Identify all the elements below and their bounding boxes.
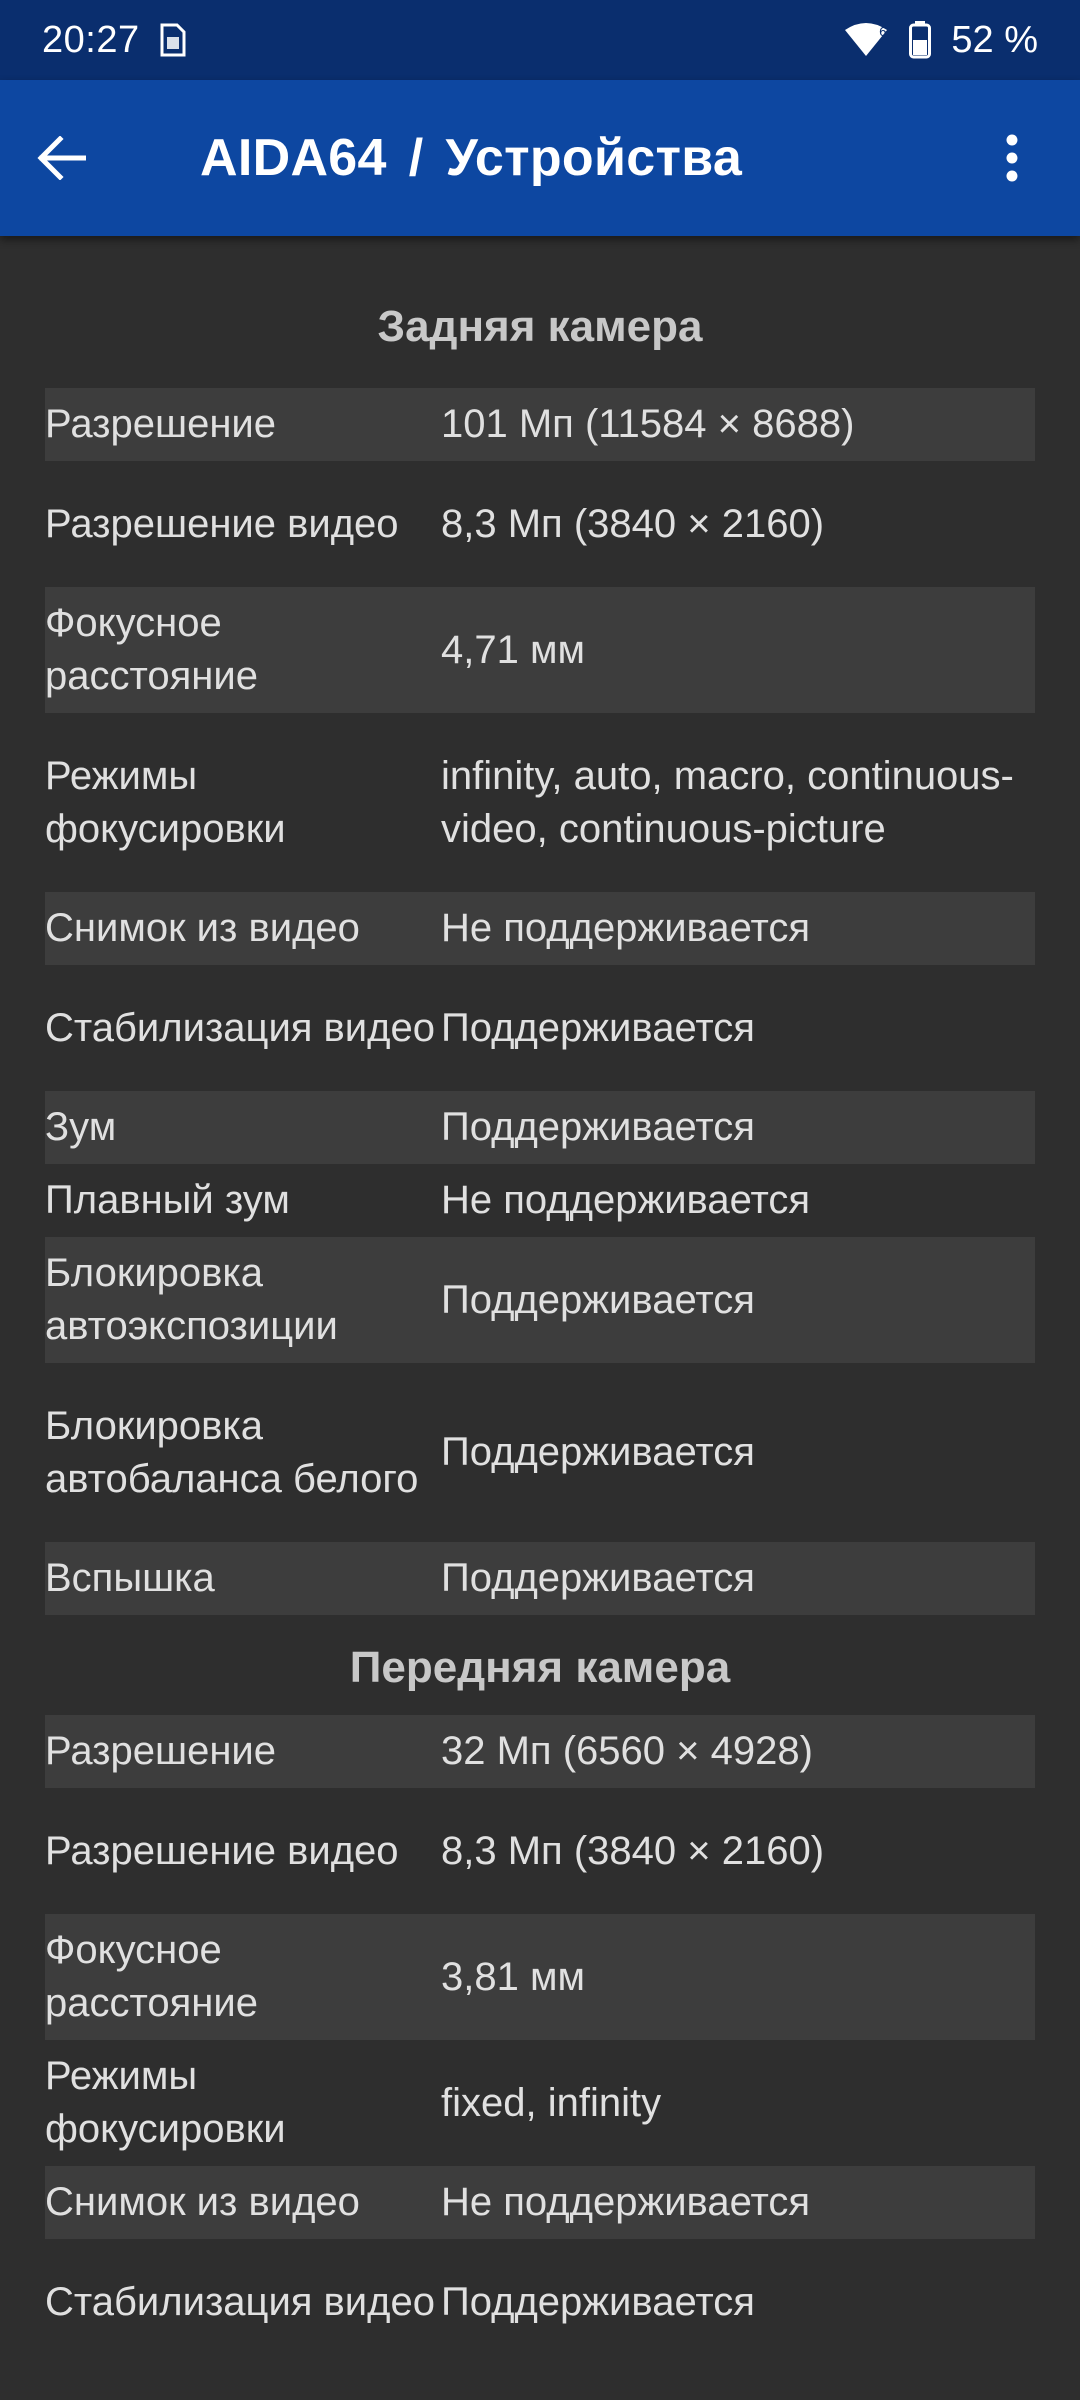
status-right: 6 52 % [843, 19, 1038, 62]
table-row: Фокусное расстояние 3,81 мм [45, 1914, 1035, 2040]
row-value: 8,3 Мп (3840 × 2160) [441, 501, 825, 546]
row-value: Поддерживается [441, 1277, 755, 1322]
table-row: Разрешение 101 Мп (11584 × 8688) [45, 388, 1035, 461]
row-value: 101 Мп (11584 × 8688) [441, 402, 855, 446]
more-vert-icon [1006, 134, 1018, 182]
row-label: Режимы фокусировки [45, 2054, 286, 2151]
section-title-rear-camera: Задняя камера [377, 302, 703, 351]
row-label: Разрешение [45, 402, 276, 446]
row-value: fixed, infinity [441, 2080, 662, 2125]
row-value: Не поддерживается [441, 2180, 811, 2224]
row-label: Режимы фокусировки [45, 753, 286, 851]
arrow-back-icon [37, 136, 86, 180]
row-value: infinity, auto, macro, continuous-video,… [441, 753, 1014, 851]
row-value: Поддерживается [441, 1105, 755, 1149]
row-value: Поддерживается [441, 2279, 755, 2324]
table-row: Стабилизация видео Поддерживается [45, 2239, 1035, 2365]
page-title: AIDA64 / Устройства [200, 128, 742, 188]
table-row: Разрешение видео 8,3 Мп (3840 × 2160) [45, 461, 1035, 587]
wifi-icon: 6 [843, 22, 889, 58]
table-row: Режимы фокусировки infinity, auto, macro… [45, 713, 1035, 892]
status-bar: 20:27 6 52 % [0, 0, 1080, 80]
row-label: Стабилизация видео [45, 1005, 435, 1050]
wifi-badge: 6 [879, 25, 887, 39]
row-label: Разрешение видео [45, 1828, 399, 1873]
sim-card-icon [160, 23, 186, 57]
row-label: Разрешение [45, 1729, 276, 1773]
row-label: Блокировка автоэкспозиции [45, 1251, 338, 1348]
row-label: Вспышка [45, 1556, 215, 1600]
app-bar: AIDA64 / Устройства [0, 80, 1080, 236]
battery-percentage: 52 % [951, 18, 1038, 61]
more-options-button[interactable] [972, 80, 1052, 236]
row-label: Фокусное расстояние [45, 1928, 258, 2025]
row-label: Зум [45, 1105, 117, 1149]
title-separator: / [408, 129, 424, 187]
app-name: AIDA64 [200, 129, 387, 187]
row-value: Поддерживается [441, 1005, 755, 1050]
battery-icon [909, 21, 932, 59]
table-row: Блокировка автоэкспозиции Поддерживается [45, 1237, 1035, 1363]
back-button[interactable] [36, 80, 156, 236]
table-row: Стабилизация видео Поддерживается [45, 965, 1035, 1091]
table-row: Снимок из видео Не поддерживается [45, 892, 1035, 965]
table-row: Разрешение видео 8,3 Мп (3840 × 2160) [45, 1788, 1035, 1914]
row-value: Поддерживается [441, 1556, 755, 1600]
table-row: Разрешение 32 Мп (6560 × 4928) [45, 1715, 1035, 1788]
table-row: Блокировка автобаланса белого Поддержива… [45, 1363, 1035, 1542]
row-label: Блокировка автобаланса белого [45, 1403, 419, 1501]
row-value: 8,3 Мп (3840 × 2160) [441, 1828, 825, 1873]
table-row: Плавный зум Не поддерживается [45, 1164, 1035, 1237]
device-info-list[interactable]: Задняя камера Разрешение 101 Мп (11584 ×… [0, 236, 1080, 2400]
table-row: Фокусное расстояние 4,71 мм [45, 587, 1035, 713]
section-title-front-camera: Передняя камера [349, 1643, 731, 1692]
table-row: Зум Поддерживается [45, 1091, 1035, 1164]
table-row: Режимы фокусировки fixed, infinity [45, 2040, 1035, 2166]
row-label: Снимок из видео [45, 2180, 360, 2224]
table-row: Вспышка Поддерживается [45, 1542, 1035, 1615]
row-label: Стабилизация видео [45, 2279, 435, 2324]
row-value: 3,81 мм [441, 1954, 585, 1999]
row-label: Снимок из видео [45, 906, 360, 950]
row-label: Плавный зум [45, 1178, 290, 1222]
row-value: Поддерживается [441, 1430, 755, 1474]
row-value: Не поддерживается [441, 906, 811, 950]
row-value: Не поддерживается [441, 1178, 811, 1222]
section-name: Устройства [445, 129, 743, 187]
status-time: 20:27 [42, 18, 140, 61]
status-left: 20:27 [42, 19, 186, 62]
row-value: 32 Мп (6560 × 4928) [441, 1729, 813, 1773]
row-value: 4,71 мм [441, 627, 585, 672]
table-row: Снимок из видео Не поддерживается [45, 2166, 1035, 2239]
row-label: Разрешение видео [45, 501, 399, 546]
row-label: Фокусное расстояние [45, 601, 258, 698]
